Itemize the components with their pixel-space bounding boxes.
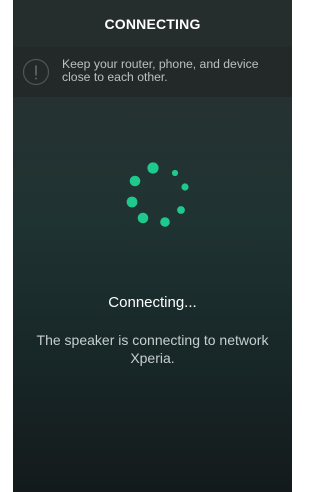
spinner-dot — [137, 212, 149, 224]
spinner-dot — [126, 196, 138, 208]
loading-spinner-icon — [126, 162, 189, 227]
spinner-dot — [129, 175, 141, 187]
status-description: The speaker is connecting to network Xpe… — [36, 332, 269, 366]
tip-banner: Keep your router, phone, and device clos… — [13, 47, 292, 97]
info-icon — [22, 58, 50, 86]
status-title: Connecting... — [108, 294, 197, 311]
title-bar: CONNECTING — [13, 0, 292, 47]
spinner-dot — [147, 162, 159, 174]
page-title: CONNECTING — [104, 15, 201, 32]
spinner-dot — [177, 206, 185, 214]
spinner-dot — [171, 169, 179, 177]
app-screen: CONNECTING Keep your router, phone, and … — [13, 0, 292, 492]
spinner-dot — [181, 183, 189, 191]
tip-text: Keep your router, phone, and device clos… — [62, 57, 259, 84]
spinner-dot — [160, 217, 170, 227]
